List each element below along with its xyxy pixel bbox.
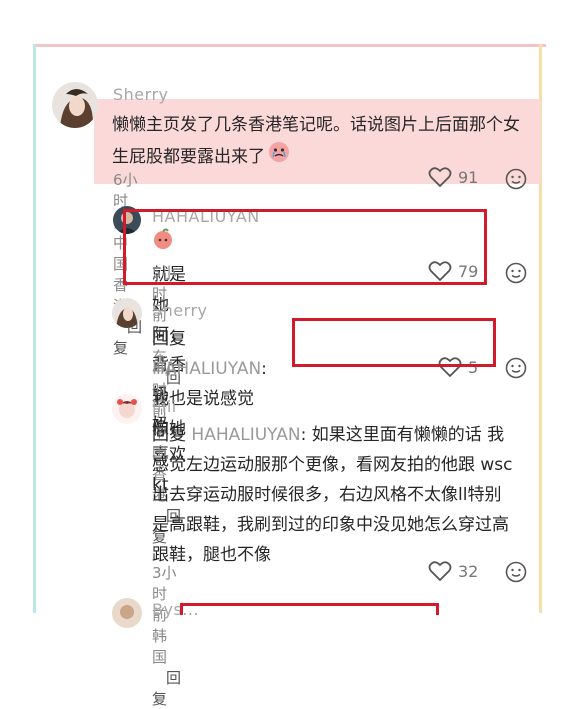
- like-count: 32: [458, 561, 479, 581]
- reply-prefix: 回复: [152, 425, 186, 445]
- avatar[interactable]: [52, 82, 98, 128]
- comment-text-content: 懒懒主页发了几条香港笔记呢。话说图片上后面那个女生屁股都要露出来了: [112, 115, 520, 167]
- comment-line: 感觉左边运动服那个更像，看网友拍的他跟 wsc: [152, 455, 513, 475]
- comment-line: 是高跟鞋，我刷到过的印象中没见她怎么穿过高: [152, 515, 509, 535]
- frame-left-border: [33, 44, 36, 613]
- crying-face-sticker-icon: [267, 140, 291, 174]
- smiley-face-icon[interactable]: [505, 357, 527, 379]
- annotation-box: [292, 318, 496, 367]
- reply-button[interactable]: 回复: [152, 669, 181, 708]
- username[interactable]: Sherry: [113, 85, 168, 104]
- comment-text-content: : 如果这里面有懒懒的话 我: [300, 425, 505, 445]
- avatar[interactable]: [112, 394, 142, 424]
- annotation-box: [180, 603, 439, 615]
- avatar[interactable]: [112, 298, 142, 328]
- username[interactable]: liiii: [152, 397, 177, 416]
- comment-text: 懒懒主页发了几条香港笔记呢。话说图片上后面那个女生屁股都要露出来了: [112, 110, 528, 174]
- reply-to-user[interactable]: HAHALIUYAN: [191, 425, 300, 445]
- heart-outline-icon: [428, 561, 452, 582]
- avatar[interactable]: [112, 598, 142, 628]
- reply-prefix: 回复: [152, 329, 186, 349]
- comment-line: 跟鞋，腿也不像: [152, 545, 271, 565]
- smiley-face-icon[interactable]: [505, 262, 527, 284]
- smiley-face-icon[interactable]: [505, 561, 527, 583]
- comment-meta: 3小时前 韩国 回复: [152, 562, 181, 709]
- annotation-box: [123, 209, 487, 285]
- username[interactable]: Sherry: [152, 301, 207, 320]
- comment-line: 出去穿运动服时候很多，右边风格不太像ll特别: [152, 485, 502, 505]
- smiley-face-icon[interactable]: [505, 168, 527, 190]
- comment-text: 回复 HAHALIUYAN: 如果这里面有懒懒的话 我 感觉左边运动服那个更像，…: [152, 420, 537, 570]
- heart-outline-icon: [428, 167, 452, 188]
- like-button[interactable]: 91: [428, 166, 478, 188]
- like-count: 91: [458, 167, 479, 187]
- like-button[interactable]: 32: [428, 560, 478, 582]
- comment-line: 回复 HAHALIUYAN: 如果这里面有懒懒的话 我: [152, 420, 537, 450]
- frame-top-border: [34, 44, 546, 47]
- location: 韩国: [152, 627, 168, 666]
